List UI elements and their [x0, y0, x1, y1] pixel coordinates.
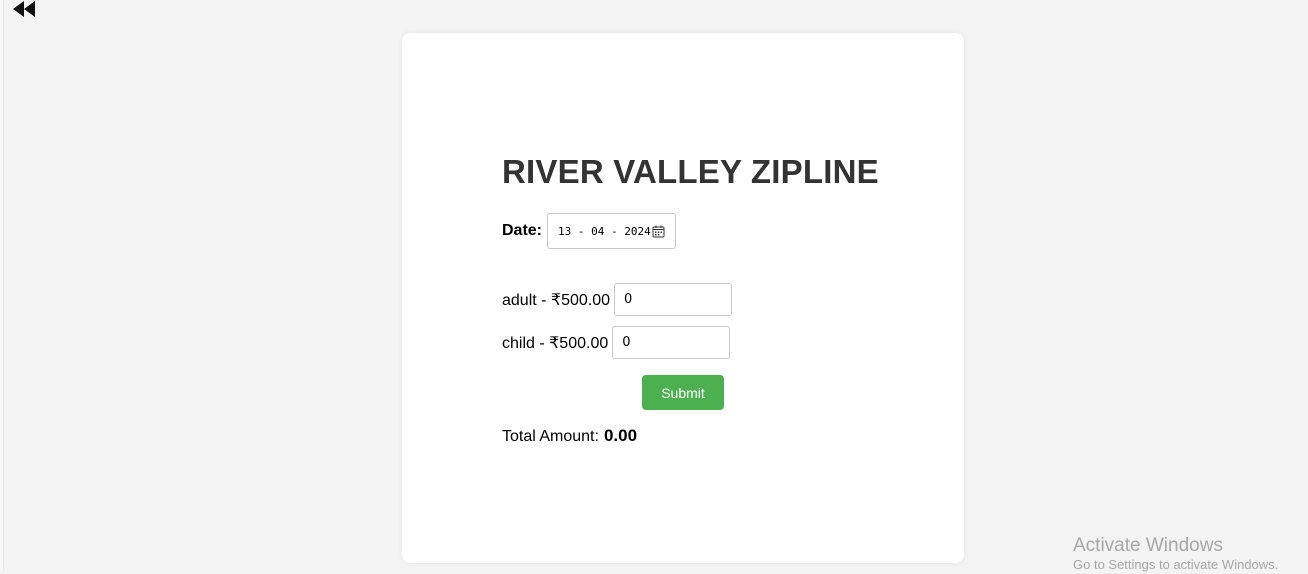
- back-button[interactable]: [12, 0, 36, 18]
- calendar-icon[interactable]: [652, 225, 665, 238]
- ticket-row-child: child - ₹500.00: [502, 326, 731, 359]
- total-value: 0.00: [603, 426, 638, 445]
- page-title: RIVER VALLEY ZIPLINE: [502, 153, 879, 190]
- date-input[interactable]: 13 - 04 - 2024: [547, 213, 677, 249]
- ticket-label-adult: adult - ₹500.00: [502, 291, 611, 309]
- ticket-label-child: child - ₹500.00: [502, 334, 609, 352]
- total-label: Total Amount:: [502, 428, 599, 445]
- watermark-title: Activate Windows: [1073, 535, 1223, 556]
- booking-card: RIVER VALLEY ZIPLINE Date: 13 - 04 - 202…: [402, 33, 964, 563]
- submit-button[interactable]: Submit: [642, 375, 724, 410]
- child-quantity-input[interactable]: [612, 326, 731, 359]
- date-label: Date:: [502, 222, 543, 239]
- windows-activation-watermark: Activate Windows Go to Settings to activ…: [1073, 536, 1278, 574]
- watermark-subtitle: Go to Settings to activate Windows.: [1073, 557, 1279, 572]
- date-row: Date: 13 - 04 - 2024: [502, 213, 677, 249]
- ticket-row-adult: adult - ₹500.00: [502, 283, 733, 316]
- rewind-icon: [13, 1, 35, 17]
- window-left-edge: [0, 0, 4, 570]
- adult-quantity-input[interactable]: [614, 283, 733, 316]
- total-row: Total Amount: 0.00: [502, 426, 637, 446]
- date-value: 13 - 04 - 2024: [558, 224, 651, 238]
